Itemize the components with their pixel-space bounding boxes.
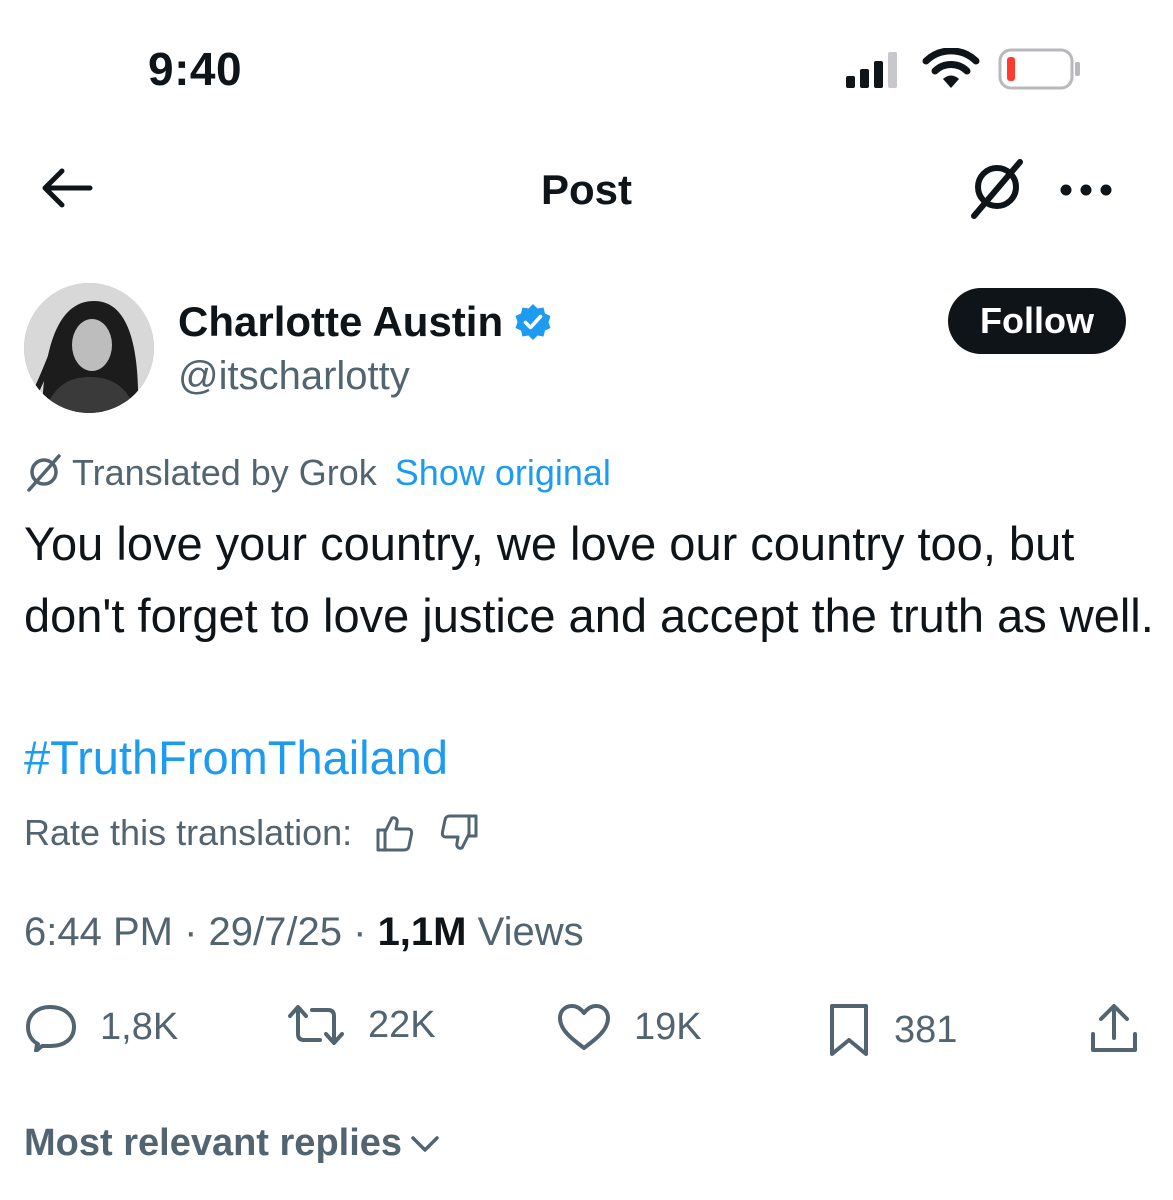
thumbs-up-button[interactable] [374,812,416,854]
chevron-down-icon [411,1135,439,1152]
status-time: 9:40 [148,43,243,95]
post-date: 29/7/25 [208,910,342,954]
translation-row: Translated by Grok Show original [24,452,611,494]
reply-icon [26,1005,76,1052]
reply-button[interactable]: 1,8K [24,1002,178,1052]
verified-badge-icon [515,304,551,340]
cellular-signal-icon [846,50,906,88]
post-text: You love your country, we love our count… [24,517,1154,642]
post-meta: 6:44 PM · 29/7/25 · 1,1M Views [24,910,584,955]
share-button[interactable] [1088,1002,1140,1056]
rate-translation-row: Rate this translation: [24,812,480,854]
like-button[interactable]: 19K [556,1002,702,1052]
follow-button[interactable]: Follow [948,288,1126,354]
avatar[interactable] [24,283,154,413]
meta-separator: · [184,910,209,954]
rate-translation-label: Rate this translation: [24,812,353,853]
share-icon [1091,1004,1137,1052]
grok-button[interactable] [966,158,1028,220]
display-name[interactable]: Charlotte Austin [178,298,503,346]
translated-by-label: Translated by Grok [72,452,377,493]
more-dots-icon [1060,184,1112,196]
more-button[interactable] [1058,170,1114,210]
thumbs-down-button[interactable] [438,812,480,854]
views-count[interactable]: 1,1M [378,910,467,954]
grok-icon [971,159,1023,219]
wifi-icon [922,48,980,90]
show-original-link[interactable]: Show original [395,452,611,494]
meta-separator: · [353,910,378,954]
like-count: 19K [634,1005,702,1048]
author-name-row[interactable]: Charlotte Austin [178,298,553,346]
repost-count: 22K [368,1003,436,1046]
replies-sort-label: Most relevant replies [24,1122,403,1164]
post-time: 6:44 PM [24,910,173,954]
heart-icon [558,1004,610,1050]
bookmark-count: 381 [894,1008,958,1051]
battery-low-icon [998,48,1082,90]
replies-sort-dropdown[interactable]: Most relevant replies [24,1122,440,1165]
bookmark-icon [830,1004,868,1056]
views-label[interactable]: Views [478,910,584,954]
repost-button[interactable]: 22K [286,1002,436,1048]
thumbs-down-icon [441,814,478,850]
repost-icon [288,1005,344,1045]
user-handle[interactable]: @itscharlotty [178,354,410,399]
hashtag-link[interactable]: #TruthFromThailand [24,722,448,794]
thumbs-up-icon [376,816,414,852]
reply-count: 1,8K [100,1005,179,1048]
grok-icon [27,454,61,492]
bookmark-button[interactable]: 381 [826,1002,957,1058]
